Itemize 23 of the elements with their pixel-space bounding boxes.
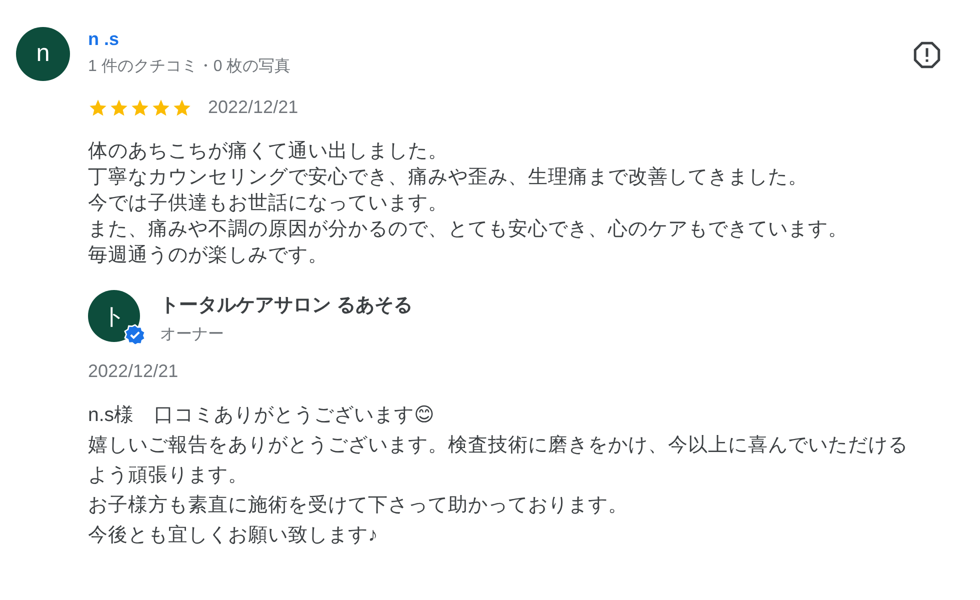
reply-text: お子様方も素直に施術を受けて下さって助かっております。 xyxy=(88,493,629,518)
star-icon xyxy=(88,98,108,118)
review-text: 体のあちこちが痛くて通い出しました。 xyxy=(88,139,449,164)
reviewer-name[interactable]: n .s xyxy=(88,29,291,50)
star-icon xyxy=(172,98,192,118)
star-icon xyxy=(109,98,129,118)
report-icon[interactable] xyxy=(912,40,942,70)
reply-text: 嬉しいご報告をありがとうございます。検査技術に磨きをかけ、今以上に喜んでいただけるよう頑張ります。 xyxy=(88,433,909,488)
user-avatar[interactable]: n xyxy=(16,27,70,81)
review-text: 今では子供達もお世話になっています。 xyxy=(88,191,449,216)
reply-date: 2022/12/21 xyxy=(88,361,178,381)
review-text: 丁寧なカウンセリングで安心でき、痛みや歪み、生理痛まで改善してきました。 xyxy=(88,165,809,190)
review-text: また、痛みや不調の原因が分かるので、とても安心でき、心のケアもできています。 xyxy=(88,217,849,242)
star-icon xyxy=(130,98,150,118)
reviewer-stats: 1 件のクチコミ・0 枚の写真 xyxy=(88,56,291,77)
reply-text: 今後とも宜しくお願い致します♪ xyxy=(88,523,379,548)
owner-name: トータルケアサロン るあそる xyxy=(160,294,412,318)
owner-role: オーナー xyxy=(160,325,225,345)
reply-text: n.s様 口コミありがとうございます😊 xyxy=(88,403,436,428)
review-date: 2022/12/21 xyxy=(208,97,298,118)
review-text: 毎週通うのが楽しみです。 xyxy=(88,243,329,268)
owner-avatar: ト xyxy=(88,290,140,342)
star-icon xyxy=(151,98,171,118)
